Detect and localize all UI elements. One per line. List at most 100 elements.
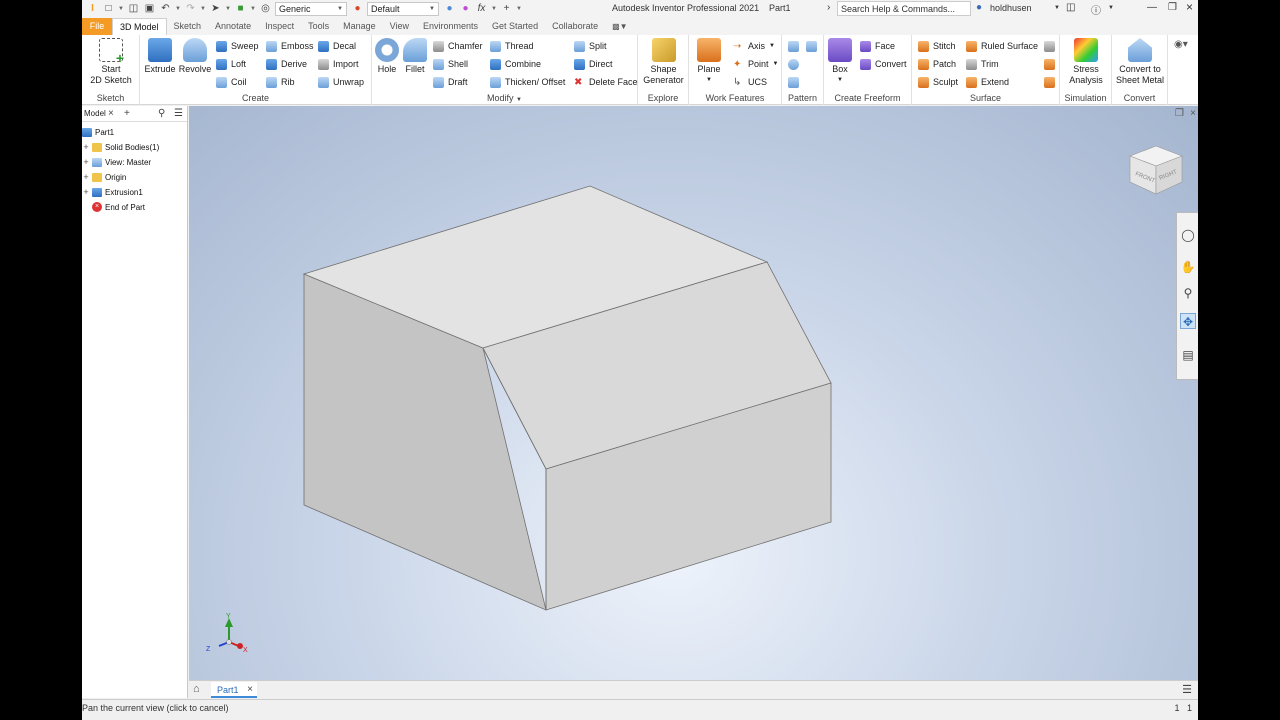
help-icon[interactable]: ⓘ xyxy=(1091,2,1101,17)
tree-item-origin[interactable]: + Origin xyxy=(82,170,126,184)
patch-button[interactable]: Patch xyxy=(918,57,956,71)
chevron-down-icon[interactable]: ▼ xyxy=(516,6,522,12)
derive-button[interactable]: Derive xyxy=(266,57,307,71)
chevron-right-icon[interactable]: › xyxy=(827,2,830,13)
clear-appearance-icon[interactable]: ● xyxy=(459,3,472,15)
close-icon[interactable]: × xyxy=(247,684,253,695)
tree-item-end-of-part[interactable]: × End of Part xyxy=(92,200,145,214)
sketch-driven-pattern-button[interactable] xyxy=(788,75,803,89)
chevron-down-icon[interactable]: ▼ xyxy=(200,6,206,12)
thicken-offset-button[interactable]: Thicken/ Offset xyxy=(490,75,565,89)
tab-3d-model[interactable]: 3D Model xyxy=(112,18,167,35)
browser-tab-model[interactable]: Model xyxy=(84,109,106,118)
undo-icon[interactable]: ↶ xyxy=(159,3,172,15)
fillet-button[interactable]: Fillet xyxy=(402,38,428,75)
new-icon[interactable]: □ xyxy=(102,3,115,15)
draft-button[interactable]: Draft xyxy=(433,75,468,89)
home-icon[interactable]: ⌂ xyxy=(193,683,200,695)
chevron-down-icon[interactable]: ▼ xyxy=(118,6,124,12)
search-input[interactable]: Search Help & Commands... xyxy=(837,1,971,16)
tab-environments[interactable]: Environments xyxy=(416,18,485,35)
document-tab-part1[interactable]: Part1 × xyxy=(211,682,257,698)
menu-icon[interactable]: ☰ xyxy=(174,108,183,119)
sculpt-button[interactable]: Sculpt xyxy=(918,75,958,89)
material-combo[interactable]: Default ▼ xyxy=(367,2,439,16)
trim-button[interactable]: Trim xyxy=(966,57,999,71)
decal-button[interactable]: Decal xyxy=(318,39,356,53)
appearance-icon[interactable]: ● xyxy=(351,3,364,15)
menu-icon[interactable]: ☰ xyxy=(1182,683,1192,696)
delete-face-button[interactable]: ✖ Delete Face xyxy=(574,75,638,89)
repair-bodies-button[interactable] xyxy=(1044,39,1059,53)
ribbon-options-icon[interactable]: ◉▾ xyxy=(1174,39,1188,50)
tree-item-extrusion1[interactable]: + Extrusion1 xyxy=(82,185,142,199)
hole-button[interactable]: Hole xyxy=(374,38,400,75)
tab-view[interactable]: View xyxy=(383,18,416,35)
tab-inspect[interactable]: Inspect xyxy=(258,18,301,35)
tab-options-icon[interactable]: ▩▼ xyxy=(605,18,634,35)
plane-button[interactable]: Plane ▼ xyxy=(695,38,723,86)
material-icon[interactable]: ◎ xyxy=(259,3,272,15)
expand-icon[interactable]: + xyxy=(82,142,90,152)
tab-get-started[interactable]: Get Started xyxy=(485,18,545,35)
restore-icon[interactable]: ❐ xyxy=(1168,2,1177,13)
user-name[interactable]: holdhusen xyxy=(990,3,1032,13)
minimize-icon[interactable]: — xyxy=(1147,2,1157,13)
search-icon[interactable]: ⚲ xyxy=(158,108,165,119)
loft-button[interactable]: Loft xyxy=(216,57,246,71)
face-replace-button[interactable] xyxy=(1044,75,1059,89)
tree-item-solid-bodies[interactable]: + Solid Bodies(1) xyxy=(82,140,159,154)
chevron-down-icon[interactable]: ▼ xyxy=(1108,5,1114,11)
chevron-down-icon[interactable]: ▼ xyxy=(250,6,256,12)
tab-file[interactable]: File xyxy=(82,18,112,35)
appearance-combo[interactable]: Generic ▼ xyxy=(275,2,347,16)
chevron-down-icon[interactable]: ▼ xyxy=(1054,5,1060,11)
tab-manage[interactable]: Manage xyxy=(336,18,383,35)
fit-mesh-face-button[interactable] xyxy=(1044,57,1059,71)
pan-icon[interactable]: ✋ xyxy=(1180,259,1196,275)
emboss-button[interactable]: Emboss xyxy=(266,39,314,53)
zoom-icon[interactable]: ⚲ xyxy=(1180,285,1196,301)
redo-icon[interactable]: ↷ xyxy=(184,3,197,15)
add-icon[interactable]: + xyxy=(124,108,130,119)
thread-button[interactable]: Thread xyxy=(490,39,534,53)
expand-icon[interactable]: + xyxy=(82,187,90,197)
steering-wheel-icon[interactable]: ◯ xyxy=(1180,227,1196,243)
chevron-down-icon[interactable]: ▼ xyxy=(491,6,497,12)
tab-sketch[interactable]: Sketch xyxy=(167,18,209,35)
face-button[interactable]: Face xyxy=(860,39,895,53)
chevron-down-icon[interactable]: ▼ xyxy=(175,6,181,12)
open-icon[interactable]: ◫ xyxy=(127,3,140,15)
sweep-button[interactable]: Sweep xyxy=(216,39,259,53)
look-at-icon[interactable]: ▤ xyxy=(1180,347,1196,363)
split-button[interactable]: Split xyxy=(574,39,607,53)
coil-button[interactable]: Coil xyxy=(216,75,247,89)
revolve-button[interactable]: Revolve xyxy=(178,38,212,75)
extend-button[interactable]: Extend xyxy=(966,75,1009,89)
tree-item-part1[interactable]: Part1 xyxy=(82,125,114,139)
ucs-button[interactable]: ↳ UCS xyxy=(733,75,767,89)
convert-freeform-button[interactable]: Convert xyxy=(860,57,907,71)
tree-item-view-master[interactable]: + View: Master xyxy=(82,155,151,169)
shape-generator-button[interactable]: Shape Generator xyxy=(640,38,687,86)
unwrap-button[interactable]: Unwrap xyxy=(318,75,364,89)
expand-icon[interactable]: + xyxy=(82,157,90,167)
stitch-button[interactable]: Stitch xyxy=(918,39,956,53)
combine-button[interactable]: Combine xyxy=(490,57,541,71)
update-icon[interactable]: ■ xyxy=(234,3,247,15)
mirror-button[interactable] xyxy=(806,39,821,53)
import-button[interactable]: Import xyxy=(318,57,359,71)
axis-button[interactable]: ➝ Axis ▼ xyxy=(733,39,775,53)
user-icon[interactable]: ● xyxy=(976,2,982,13)
close-icon[interactable]: × xyxy=(108,108,114,119)
chevron-down-icon[interactable]: ▼ xyxy=(225,6,231,12)
start-2d-sketch-button[interactable]: + Start 2D Sketch xyxy=(88,38,134,86)
add-icon[interactable]: + xyxy=(500,3,513,15)
save-icon[interactable]: ▣ xyxy=(143,3,156,15)
viewcube[interactable]: FRONT RIGHT xyxy=(1128,144,1184,200)
select-icon[interactable]: ➤ xyxy=(209,3,222,15)
direct-button[interactable]: Direct xyxy=(574,57,613,71)
tab-collaborate[interactable]: Collaborate xyxy=(545,18,605,35)
close-icon[interactable]: × xyxy=(1192,215,1198,223)
chamfer-button[interactable]: Chamfer xyxy=(433,39,483,53)
